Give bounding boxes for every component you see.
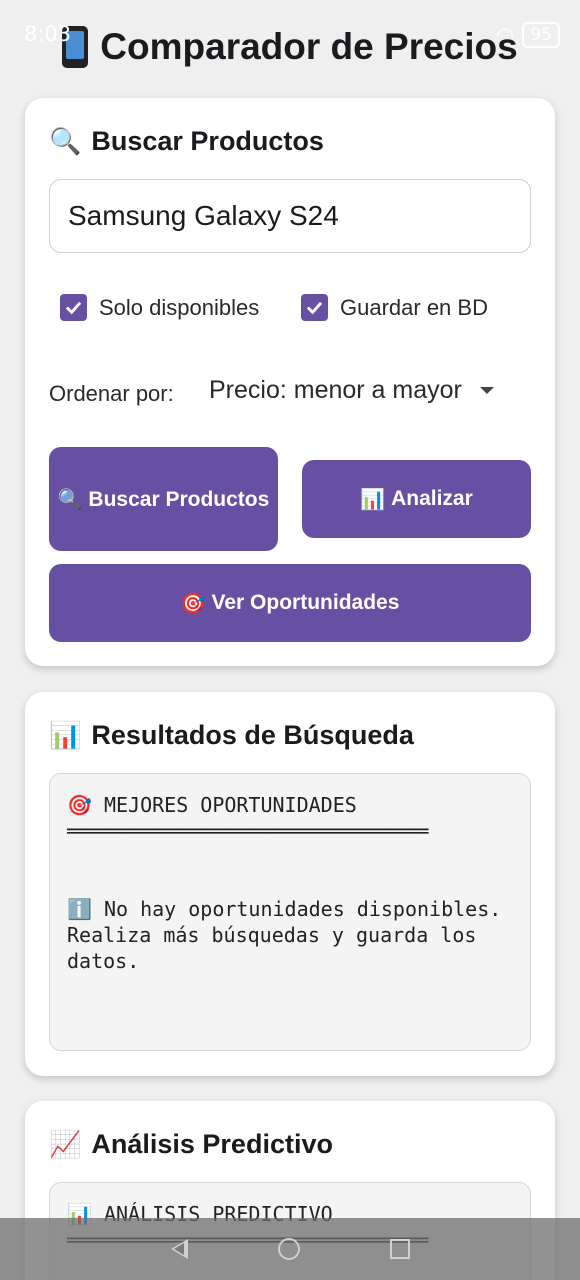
back-icon[interactable] xyxy=(170,1239,188,1259)
search-card-title-text: Buscar Productos xyxy=(91,126,324,156)
search-products-button[interactable]: 🔍 Buscar Productos xyxy=(49,447,278,551)
status-bar: 8:03 ◠ 95 xyxy=(0,0,580,70)
status-icons: ◠ 95 xyxy=(496,22,560,48)
magnifier-icon: 🔍 xyxy=(57,486,83,511)
bar-chart-icon: 📊 xyxy=(49,720,82,751)
search-card: 🔍 Buscar Productos Solo disponibles Guar… xyxy=(25,98,555,666)
only-available-option[interactable]: Solo disponibles xyxy=(60,294,259,321)
sort-label: Ordenar por: xyxy=(49,381,174,406)
chart-increasing-icon: 📈 xyxy=(49,1129,82,1160)
results-card-title-text: Resultados de Búsqueda xyxy=(91,720,414,750)
status-time: 8:03 xyxy=(24,22,72,46)
battery-icon: 95 xyxy=(522,22,560,48)
save-db-label: Guardar en BD xyxy=(340,294,488,320)
view-opportunities-button[interactable]: 🎯 Ver Oportunidades xyxy=(49,564,531,642)
predictive-card-title-text: Análisis Predictivo xyxy=(91,1129,333,1159)
save-db-checkbox[interactable] xyxy=(301,294,328,321)
predictive-card-title: 📈 Análisis Predictivo xyxy=(49,1129,333,1160)
system-navigation-bar xyxy=(0,1218,580,1280)
analyze-button[interactable]: 📊 Analizar xyxy=(302,460,531,538)
wifi-icon: ◠ xyxy=(496,23,515,47)
sort-select[interactable]: Precio: menor a mayor xyxy=(209,376,494,405)
target-icon: 🎯 xyxy=(180,591,206,615)
search-products-button-label: Buscar Productos xyxy=(88,487,270,511)
bar-chart-icon: 📊 xyxy=(360,487,386,511)
search-input[interactable] xyxy=(49,179,531,253)
analyze-button-label: Analizar xyxy=(391,487,473,510)
results-card-title: 📊 Resultados de Búsqueda xyxy=(49,720,414,751)
dropdown-arrow-icon xyxy=(479,387,494,394)
save-db-option[interactable]: Guardar en BD xyxy=(301,294,488,321)
magnifier-icon: 🔍 xyxy=(49,126,82,157)
search-card-title: 🔍 Buscar Productos xyxy=(49,126,324,157)
results-text: 🎯 MEJORES OPORTUNIDADES ════════════════… xyxy=(49,773,531,1051)
checkmark-icon xyxy=(306,301,323,315)
checkmark-icon xyxy=(65,301,82,315)
only-available-checkbox[interactable] xyxy=(60,294,87,321)
recent-apps-icon[interactable] xyxy=(389,1239,410,1259)
results-card: 📊 Resultados de Búsqueda 🎯 MEJORES OPORT… xyxy=(25,692,555,1076)
home-icon[interactable] xyxy=(277,1238,300,1260)
view-opportunities-button-label: Ver Oportunidades xyxy=(211,591,400,614)
only-available-label: Solo disponibles xyxy=(99,294,260,320)
sort-select-value: Precio: menor a mayor xyxy=(209,376,462,404)
